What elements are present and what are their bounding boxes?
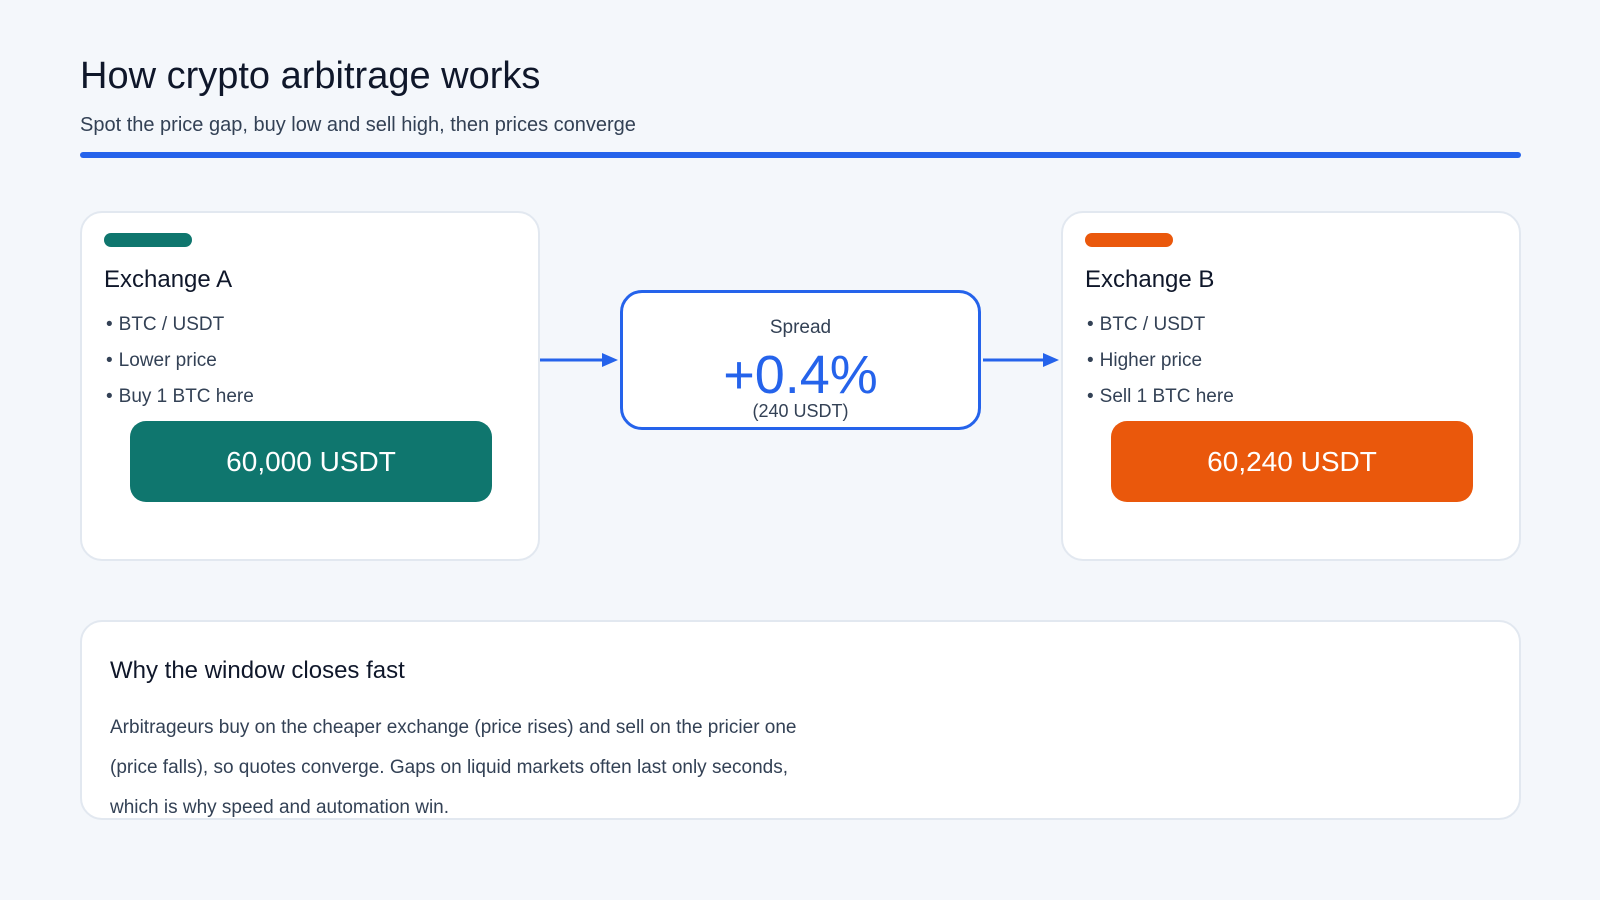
- exchange-b-accent-bar: [1085, 233, 1173, 247]
- bullet-text: BTC / USDT: [118, 314, 225, 335]
- bullet-text: Sell 1 BTC here: [1099, 386, 1234, 407]
- arrow-spread-to-b-icon: [983, 353, 1059, 367]
- exchange-b-price: 60,240 USDT: [1111, 421, 1473, 502]
- spread-label: Spread: [769, 317, 832, 338]
- bullet-item: • BTC / USDT: [106, 313, 254, 349]
- info-title: Why the window closes fast: [110, 657, 405, 684]
- page-title: How crypto arbitrage works: [80, 55, 541, 97]
- bullet-text: BTC / USDT: [1099, 314, 1206, 335]
- exchange-a-price: 60,000 USDT: [130, 421, 492, 502]
- bullet-text: Buy 1 BTC here: [118, 386, 254, 407]
- info-text: Arbitrageurs buy on the cheaper exchange…: [110, 708, 870, 828]
- info-line: Arbitrageurs buy on the cheaper exchange…: [110, 717, 797, 738]
- arrow-a-to-spread-icon: [540, 353, 618, 367]
- exchange-b-bullet-list: • BTC / USDT • Higher price • Sell 1 BTC he…: [1087, 313, 1234, 421]
- exchange-a-title: Exchange A: [104, 266, 233, 293]
- bullet-text: Higher price: [1099, 350, 1203, 371]
- bullet-text: Lower price: [118, 350, 217, 371]
- exchange-a-accent-bar: [104, 233, 192, 247]
- info-card: Why the window closes fast Arbitrageurs …: [80, 620, 1521, 820]
- spread-box: Spread +0.4% (240 USDT): [620, 290, 981, 430]
- bullet-dot: •: [1087, 314, 1094, 335]
- bullet-item: • Higher price: [1087, 349, 1234, 385]
- bullet-item: • Buy 1 BTC here: [106, 385, 254, 421]
- bullet-dot: •: [106, 386, 113, 407]
- bullet-dot: •: [1087, 386, 1094, 407]
- exchange-b-title: Exchange B: [1085, 266, 1215, 293]
- spread-value: +0.4%: [723, 345, 878, 405]
- spread-detail: (240 USDT): [752, 401, 849, 421]
- bullet-item: • BTC / USDT: [1087, 313, 1234, 349]
- exchange-b-card: Exchange B • BTC / USDT • Higher price • Se…: [1061, 211, 1521, 561]
- exchange-a-card: Exchange A • BTC / USDT • Lower price • Buy…: [80, 211, 540, 561]
- exchange-a-bullet-list: • BTC / USDT • Lower price • Buy 1 BTC here: [106, 313, 254, 421]
- bullet-item: • Sell 1 BTC here: [1087, 385, 1234, 421]
- info-line: (price falls), so quotes converge. Gaps …: [110, 757, 789, 778]
- bullet-dot: •: [106, 314, 113, 335]
- bullet-dot: •: [1087, 350, 1094, 371]
- bullet-item: • Lower price: [106, 349, 254, 385]
- info-line: which is why speed and automation win.: [110, 797, 450, 818]
- page-subtitle: Spot the price gap, buy low and sell hig…: [80, 114, 636, 136]
- header-divider: [80, 152, 1521, 158]
- bullet-dot: •: [106, 350, 113, 371]
